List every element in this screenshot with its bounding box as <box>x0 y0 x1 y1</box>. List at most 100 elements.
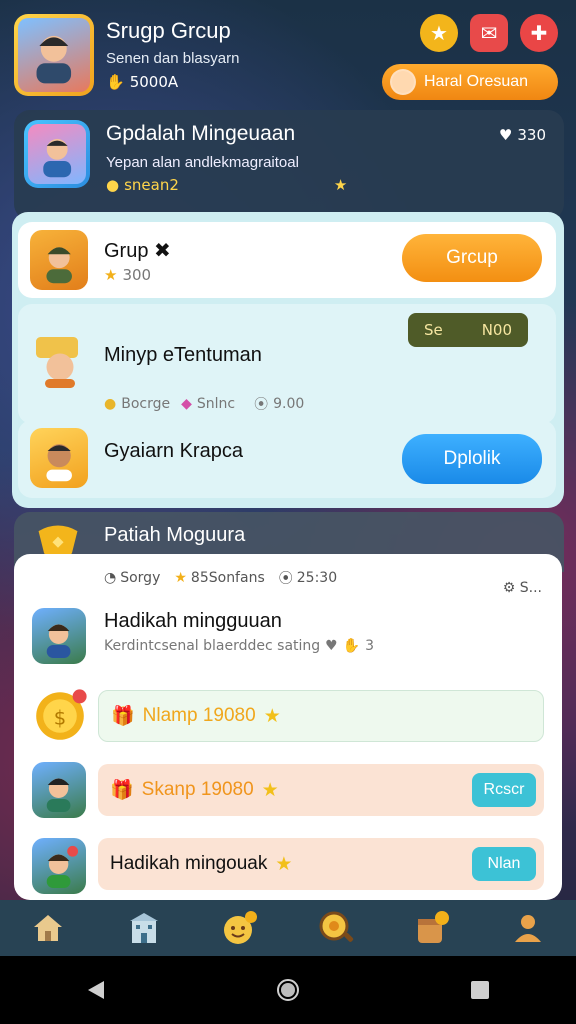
group-row[interactable]: Grup ✖ ★ 300 Grcup <box>18 222 556 298</box>
reward-bar-2[interactable]: 🎁 Skanp 19080 ★ Rcscr <box>98 764 544 816</box>
nav-character[interactable] <box>216 904 264 952</box>
list-item-1-sub-text: Kerdintcsenal blaerddec sating <box>104 638 321 654</box>
pin-icon: ⦿ <box>278 571 293 587</box>
recents-button[interactable] <box>460 970 500 1010</box>
tool-icon: ✖ <box>154 240 171 262</box>
settings-icon: ⚙ <box>502 580 516 596</box>
coin-balance: ✋ 5000A <box>106 73 178 91</box>
reward-1-label: Nlamp 19080 <box>142 705 256 726</box>
gold-coin-icon: $ <box>32 688 88 744</box>
event-stat-2: Snlnc <box>196 396 236 412</box>
header: Srugp Grcup Senen dan blasyarn ✋ 5000A ★… <box>0 0 576 108</box>
list-avatar-1 <box>32 608 86 664</box>
mail-button[interactable]: ✉ <box>470 14 508 52</box>
gift-icon: 🎁 <box>111 706 135 727</box>
reward-3-button[interactable]: Nlan <box>472 847 536 881</box>
event-mascot-icon <box>30 328 90 388</box>
weekly-description: Yepan alan andlekmagraitoal <box>106 154 299 171</box>
home-system-button[interactable] <box>268 970 308 1010</box>
weekly-avatar <box>24 120 90 188</box>
event-row-title: Minyp eTentuman <box>104 344 262 366</box>
event-stat-3: 9.00 <box>273 396 305 412</box>
star-icon: ★ <box>333 176 348 194</box>
coin-balance-value: 5000A <box>129 73 179 91</box>
nav-search[interactable] <box>312 904 360 952</box>
explore-avatar-face-icon <box>46 444 72 482</box>
group-title: Srugp Grcup <box>106 18 231 43</box>
group-subtitle: Senen dan blasyarn <box>106 50 240 67</box>
search-coin-icon <box>319 911 354 942</box>
pin-icon: ⦿ <box>254 397 269 413</box>
explore-avatar <box>30 428 88 488</box>
list-item-1-count: 3 <box>365 638 375 654</box>
home-circle-icon <box>277 979 299 1001</box>
list-avatar-2 <box>32 762 86 818</box>
recents-square-icon <box>471 981 489 999</box>
puzzle-icon: ✚ <box>530 21 548 45</box>
mini-stat-value: S... <box>519 580 542 596</box>
group-button[interactable]: Grcup <box>402 234 542 282</box>
event-stat-1: Bocrge <box>121 396 171 412</box>
coin-icon: ● <box>106 176 120 194</box>
nav-buildings[interactable] <box>120 904 168 952</box>
reward-2-button[interactable]: Rcscr <box>472 773 536 807</box>
nav-home[interactable] <box>24 904 72 952</box>
group-row-sub-value: 300 <box>122 266 152 284</box>
face-icon <box>390 69 416 95</box>
event-row-stats: ● Bocrge ◆ Snlnc ⦿ 9.00 <box>104 394 304 414</box>
clock-icon: ◔ <box>104 570 117 586</box>
stat-time: ⦿ 25:30 <box>278 570 338 587</box>
weekly-avatar-face-icon <box>43 138 71 178</box>
section-title: Patiah Moguura <box>104 524 246 546</box>
coin-hand-icon: ✋ <box>106 73 125 91</box>
weekly-coins-value: snean2 <box>124 176 179 194</box>
avatar-face-icon <box>36 36 72 84</box>
group-avatar <box>30 230 88 290</box>
event-tag: Se N00 <box>408 313 528 347</box>
list-item-3-title: Hadikah mingouak <box>110 853 268 874</box>
gem-icon: ◆ <box>181 396 192 412</box>
star-icon: ★ <box>430 21 448 45</box>
weekly-likes: ♥ 330 <box>499 126 546 144</box>
promo-pill-label: Haral Oresuan <box>424 73 529 90</box>
event-tag-left: Se <box>424 321 443 339</box>
bag-icon <box>418 911 449 943</box>
star-button[interactable]: ★ <box>420 14 458 52</box>
explore-button[interactable]: Dplolik <box>402 434 542 484</box>
star-icon: ★ <box>104 266 118 284</box>
star-icon: ★ <box>174 570 187 586</box>
weekly-card[interactable]: Gpdalah Mingeuaan Yepan alan andlekmagra… <box>14 110 564 220</box>
explore-row[interactable]: Gyaiarn Krapca Dplolik <box>18 420 556 498</box>
group-row-sub: ★ 300 <box>104 266 151 284</box>
home-icon <box>34 915 62 941</box>
weekly-coins: ● snean2 ★ <box>106 176 347 194</box>
back-button[interactable] <box>76 970 116 1010</box>
heart-icon: ♥ <box>498 126 513 144</box>
nav-bag[interactable] <box>408 904 456 952</box>
list-avatar-3 <box>32 838 86 894</box>
system-nav-bar <box>0 956 576 1024</box>
mail-icon: ✉ <box>480 21 498 45</box>
building-icon <box>130 913 158 943</box>
reward-2-label: Skanp 19080 <box>141 779 254 800</box>
group-row-title: Grup ✖ <box>104 240 171 262</box>
puzzle-button[interactable]: ✚ <box>520 14 558 52</box>
user-avatar[interactable] <box>14 14 94 96</box>
weekly-likes-value: 330 <box>517 126 546 144</box>
svg-text:$: $ <box>54 706 66 729</box>
list-avatar-2-face-icon <box>47 778 71 812</box>
star-icon: ★ <box>261 779 279 801</box>
list-item-1-sub: Kerdintcsenal blaerddec sating ♥ ✋ 3 <box>104 638 374 654</box>
reward-bar-1[interactable]: 🎁 Nlamp 19080 ★ <box>98 690 544 742</box>
profile-icon <box>515 915 541 942</box>
reward-bar-3[interactable]: Hadikah mingouak ★ Nlan <box>98 838 544 890</box>
nav-profile[interactable] <box>504 904 552 952</box>
promo-pill-button[interactable]: Haral Oresuan <box>382 64 558 100</box>
list-avatar-3-face-icon <box>47 845 79 888</box>
rewards-stats: ◔ Sorgy ★ 85Sonfans ⦿ 25:30 <box>104 568 337 588</box>
mini-stat[interactable]: ⚙ S... <box>503 580 542 596</box>
badge-icon: ● <box>104 396 117 412</box>
stat-sorgy: ◔ Sorgy <box>104 570 161 586</box>
stat-fans: ★ 85Sonfans <box>174 570 265 586</box>
bottom-nav <box>0 900 576 956</box>
